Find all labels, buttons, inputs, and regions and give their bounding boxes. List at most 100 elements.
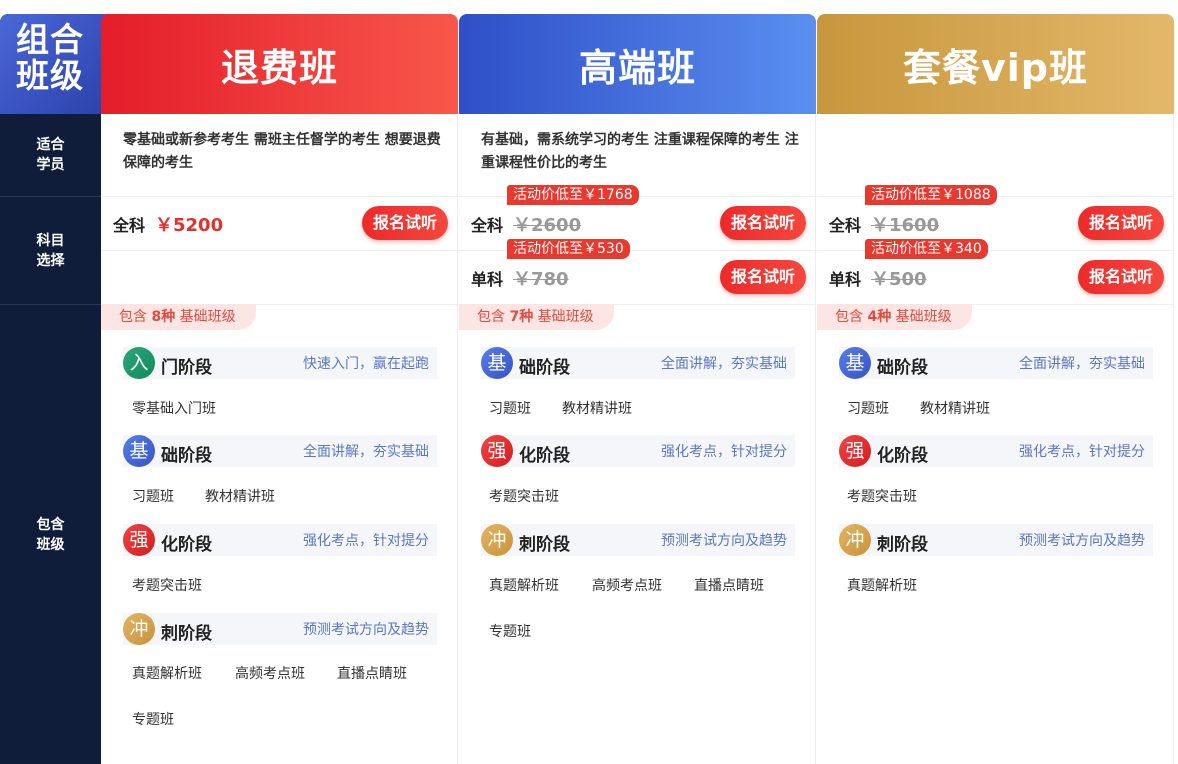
stage-description: 全面讲解，夯实基础 <box>303 444 429 460</box>
basic-stage-icon: 基 <box>839 347 871 379</box>
signup-button[interactable]: 报名试听 <box>1078 206 1164 240</box>
includes-badge: 包含 4种 基础班级 <box>817 304 972 330</box>
sprint-stage-icon: 冲 <box>481 524 513 556</box>
class-item: 直播点睛班 <box>337 666 407 682</box>
stage-name: 刺阶段 <box>877 535 928 555</box>
subject-name: 单科 <box>829 270 862 289</box>
promo-price-tag: 活动价低至￥1768 <box>507 185 639 205</box>
stage-name: 化阶段 <box>519 446 570 466</box>
stage-row: 强 化阶段 强化考点，针对提分 <box>839 435 1153 467</box>
class-item: 考题突击班 <box>847 489 917 505</box>
plan-header: 套餐vip班 <box>817 14 1174 114</box>
entry-stage-icon: 入 <box>123 347 155 379</box>
signup-button[interactable]: 报名试听 <box>720 206 806 240</box>
stage-name: 础阶段 <box>877 358 928 378</box>
signup-button[interactable]: 报名试听 <box>720 260 806 294</box>
includes-badge: 包含 8种 基础班级 <box>101 304 256 330</box>
class-item: 考题突击班 <box>489 489 559 505</box>
plan-body: 有基础，需系统学习的考生 注重课程保障的考生 注重课程性价比的考生 活动价低至￥… <box>459 114 816 764</box>
stage-row: 冲 刺阶段 预测考试方向及趋势 <box>839 524 1153 556</box>
stage-row: 冲 刺阶段 预测考试方向及趋势 <box>481 524 795 556</box>
original-price: ￥780 <box>513 269 569 290</box>
price-row: 活动价低至￥340 单科 ￥500 报名试听 <box>817 239 1174 304</box>
promo-price-tag: 活动价低至￥530 <box>507 239 630 259</box>
intensive-stage-icon: 强 <box>481 435 513 467</box>
class-item: 真题解析班 <box>489 578 559 594</box>
class-item: 直播点睛班 <box>694 578 764 594</box>
includes-badge: 包含 7种 基础班级 <box>459 304 614 330</box>
stage-row: 冲 刺阶段 预测考试方向及趋势 <box>123 613 437 645</box>
plan-title: 套餐vip班 <box>903 45 1088 90</box>
plan-header: 高端班 <box>459 14 816 114</box>
stage-description: 强化考点，针对提分 <box>1019 444 1145 460</box>
suitable-description: 有基础，需系统学习的考生 注重课程保障的考生 注重课程性价比的考生 <box>481 132 799 171</box>
original-price: ￥1600 <box>871 215 940 236</box>
plan-body: 活动价低至￥1088 全科 ￥1600 报名试听 活动价低至￥340 单科 ￥5… <box>817 114 1174 764</box>
stage-row: 基 础阶段 全面讲解，夯实基础 <box>481 347 795 379</box>
stage-name: 门阶段 <box>161 358 212 378</box>
stage-description: 快速入门，赢在起跑 <box>303 356 429 372</box>
sprint-stage-icon: 冲 <box>123 613 155 645</box>
plan-title: 高端班 <box>578 45 696 90</box>
class-item: 真题解析班 <box>847 578 917 594</box>
stage-description: 强化考点，针对提分 <box>661 444 787 460</box>
class-item: 真题解析班 <box>132 666 202 682</box>
plan-column-premium: 高端班 有基础，需系统学习的考生 注重课程保障的考生 注重课程性价比的考生 活动… <box>459 14 816 764</box>
subject-name: 全科 <box>829 216 862 235</box>
subject-name: 单科 <box>471 270 504 289</box>
stage-name: 础阶段 <box>519 358 570 378</box>
intensive-stage-icon: 强 <box>123 524 155 556</box>
original-price: ￥2600 <box>513 215 582 236</box>
intensive-stage-icon: 强 <box>839 435 871 467</box>
stage-row: 基 础阶段 全面讲解，夯实基础 <box>839 347 1153 379</box>
subject-name: 全科 <box>471 216 504 235</box>
plan-column-refund: 退费班 零基础或新参考考生 需班主任督学的考生 想要退费保障的考生 全科 ￥52… <box>101 14 458 764</box>
stage-name: 刺阶段 <box>519 535 570 555</box>
stage-name: 刺阶段 <box>161 624 212 644</box>
plan-column-vip: 套餐vip班 活动价低至￥1088 全科 ￥1600 报名试听 活动价低至￥34… <box>817 14 1174 764</box>
stage-name: 化阶段 <box>161 535 212 555</box>
original-price: ￥500 <box>871 269 927 290</box>
stage-row: 强 化阶段 强化考点，针对提分 <box>123 524 437 556</box>
stage-row: 基 础阶段 全面讲解，夯实基础 <box>123 435 437 467</box>
stage-description: 全面讲解，夯实基础 <box>1019 356 1145 372</box>
suitable-description: 零基础或新参考考生 需班主任督学的考生 想要退费保障的考生 <box>123 132 441 171</box>
stage-row: 强 化阶段 强化考点，针对提分 <box>481 435 795 467</box>
row-divider <box>101 250 458 251</box>
class-item: 专题班 <box>132 712 174 728</box>
class-item: 习题班 <box>489 401 531 417</box>
class-item: 教材精讲班 <box>562 401 632 417</box>
plan-body: 零基础或新参考考生 需班主任督学的考生 想要退费保障的考生 全科 ￥5200 报… <box>101 114 458 764</box>
price-value: ￥5200 <box>155 215 224 236</box>
class-item: 习题班 <box>847 401 889 417</box>
class-item: 专题班 <box>489 624 531 640</box>
price-row: 活动价低至￥530 单科 ￥780 报名试听 <box>459 239 816 304</box>
basic-stage-icon: 基 <box>123 435 155 467</box>
subject-name: 全科 <box>113 216 146 235</box>
price-row: 全科 ￥5200 报名试听 <box>101 196 458 250</box>
promo-price-tag: 活动价低至￥1088 <box>865 185 997 205</box>
class-item: 高频考点班 <box>235 666 305 682</box>
row-label-suitable: 适合学员 <box>36 137 65 173</box>
row-label-includes: 包含班级 <box>36 516 65 553</box>
row-label-subject: 科目选择 <box>36 233 65 269</box>
class-item: 习题班 <box>132 489 174 505</box>
stage-description: 预测考试方向及趋势 <box>303 622 429 638</box>
class-item: 零基础入门班 <box>132 401 216 417</box>
class-item: 考题突击班 <box>132 578 202 594</box>
promo-price-tag: 活动价低至￥340 <box>865 239 988 259</box>
basic-stage-icon: 基 <box>481 347 513 379</box>
signup-button[interactable]: 报名试听 <box>362 206 448 240</box>
stage-description: 预测考试方向及趋势 <box>1019 533 1145 549</box>
stage-description: 全面讲解，夯实基础 <box>661 356 787 372</box>
stage-name: 化阶段 <box>877 446 928 466</box>
corner-title: 组合班级 <box>16 20 84 95</box>
class-item: 高频考点班 <box>592 578 662 594</box>
stage-description: 预测考试方向及趋势 <box>661 533 787 549</box>
plan-title: 退费班 <box>220 45 338 90</box>
stage-name: 础阶段 <box>161 446 212 466</box>
class-item: 教材精讲班 <box>205 489 275 505</box>
sprint-stage-icon: 冲 <box>839 524 871 556</box>
signup-button[interactable]: 报名试听 <box>1078 260 1164 294</box>
stage-row: 入 门阶段 快速入门，赢在起跑 <box>123 347 437 379</box>
